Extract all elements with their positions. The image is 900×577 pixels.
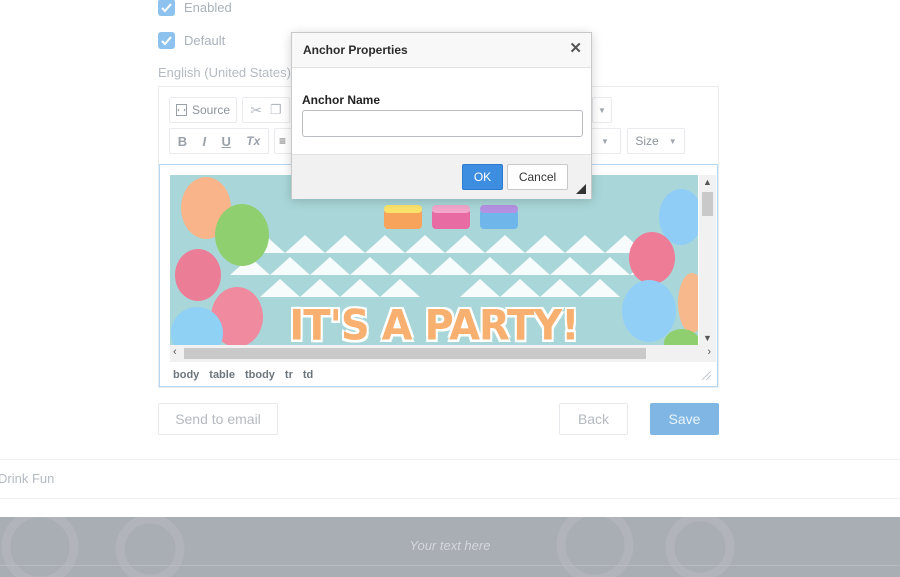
scrollbar-thumb[interactable] (702, 192, 713, 216)
save-button[interactable]: Save (650, 403, 719, 435)
scroll-down-icon[interactable]: ▼ (699, 333, 716, 343)
back-button[interactable]: Back (559, 403, 628, 435)
send-to-email-button[interactable]: Send to email (158, 403, 278, 435)
ok-button[interactable]: OK (462, 164, 503, 190)
size-label: Size (635, 134, 659, 148)
footer-text: Your text here (409, 538, 491, 553)
path-item[interactable]: tr (285, 369, 293, 381)
scroll-up-icon[interactable]: ▲ (699, 177, 716, 187)
checkbox-checked-icon[interactable] (158, 0, 175, 16)
bold-button[interactable]: B (178, 134, 187, 149)
enabled-checkbox-row[interactable]: Enabled (158, 0, 232, 16)
footer-divider (0, 565, 900, 566)
default-label: Default (184, 33, 226, 48)
size-dropdown[interactable]: Size ▼ (627, 128, 685, 154)
party-banner-image: IT'S A PARTY! (170, 175, 698, 345)
scrollbar-thumb[interactable] (184, 348, 646, 359)
align-button[interactable]: ≡ (274, 128, 292, 154)
remove-format-button[interactable]: Tx (246, 134, 260, 148)
checkbox-checked-icon[interactable] (158, 32, 175, 49)
resize-grip-icon[interactable] (702, 371, 711, 380)
italic-button[interactable]: I (202, 134, 206, 149)
scroll-left-icon[interactable]: ‹ (173, 346, 177, 358)
party-banner-title: IT'S A PARTY! (289, 301, 579, 345)
path-item[interactable]: td (303, 369, 313, 381)
source-button[interactable]: Source (169, 97, 237, 123)
scroll-right-icon[interactable]: › (707, 346, 711, 358)
source-icon (175, 104, 187, 116)
dialog-footer: OK Cancel (292, 154, 591, 199)
vertical-scrollbar[interactable]: ▲ ▼ (699, 175, 716, 345)
footer: Your text here (0, 517, 900, 577)
element-path-bar: body table tbody tr td (173, 369, 313, 381)
dialog-header[interactable]: Anchor Properties ✕ (292, 33, 591, 68)
anchor-properties-dialog: Anchor Properties ✕ Anchor Name OK Cance… (291, 32, 592, 199)
close-icon[interactable]: ✕ (569, 40, 582, 58)
horizontal-scrollbar[interactable]: ‹ › (170, 345, 716, 362)
align-left-icon: ≡ (279, 134, 287, 148)
path-item[interactable]: tbody (245, 369, 275, 381)
enabled-label: Enabled (184, 0, 232, 15)
path-item[interactable]: body (173, 369, 199, 381)
basic-styles-group: B I U Tx (169, 128, 269, 154)
font-dropdown-caret[interactable]: ▼ (589, 128, 621, 154)
clipboard-group: ✂ ❐ (242, 97, 290, 123)
anchor-name-input[interactable] (302, 110, 583, 137)
cancel-button[interactable]: Cancel (507, 164, 568, 190)
copy-icon[interactable]: ❐ (270, 102, 282, 118)
cut-icon[interactable]: ✂ (250, 102, 262, 119)
language-label: English (United States) (158, 65, 291, 80)
path-item[interactable]: table (209, 369, 235, 381)
section-label: Drink Fun (0, 471, 55, 486)
dialog-title: Anchor Properties (303, 43, 408, 57)
dialog-resize-icon[interactable] (576, 184, 586, 194)
anchor-name-label: Anchor Name (302, 93, 381, 107)
underline-button[interactable]: U (221, 134, 230, 149)
source-label: Source (191, 103, 231, 117)
section-band: Drink Fun (0, 459, 900, 499)
chevron-down-icon: ▼ (668, 136, 677, 146)
default-checkbox-row[interactable]: Default (158, 32, 225, 49)
format-dropdown-caret[interactable]: ▼ (592, 97, 612, 123)
